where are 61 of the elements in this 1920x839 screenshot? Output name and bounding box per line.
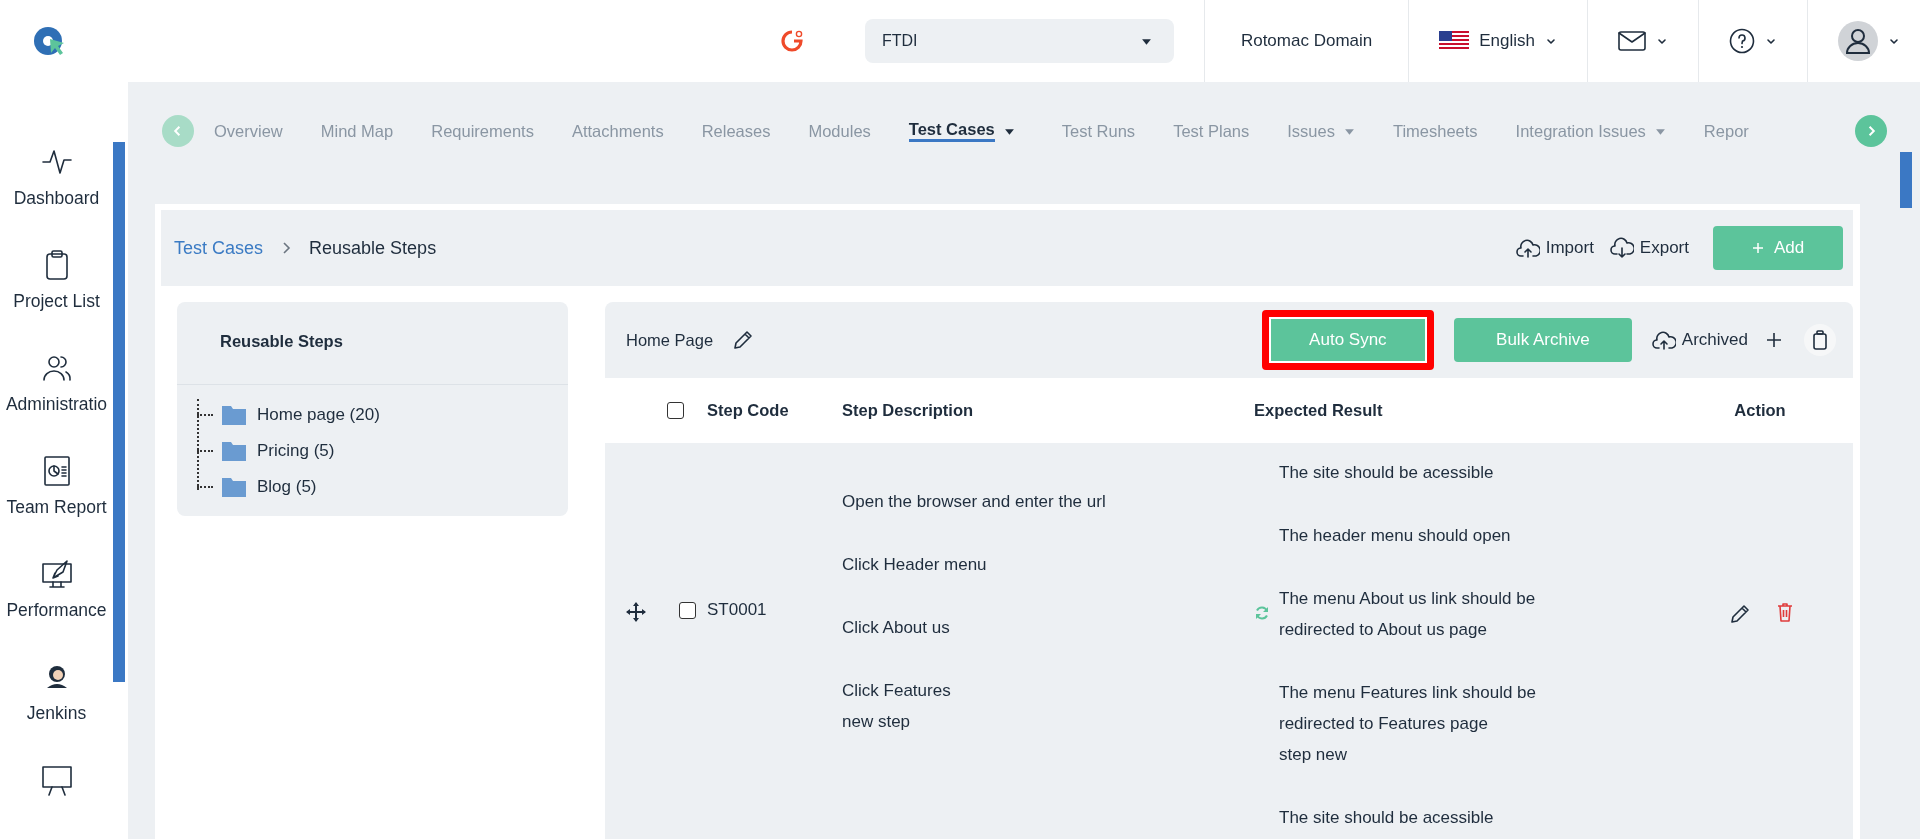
caret-icon[interactable] (1765, 36, 1777, 46)
breadcrumb-link[interactable]: Test Cases (174, 237, 264, 259)
caret-icon[interactable] (1888, 36, 1900, 46)
column-header: Expected Result (1253, 401, 1384, 420)
sidebar-label[interactable]: Administratio (5, 394, 108, 415)
domain-label[interactable]: Rotomac Domain (1234, 31, 1379, 51)
rocket-on-monitor-icon[interactable] (40, 558, 73, 590)
checkbox[interactable] (667, 402, 684, 419)
folder-icon (222, 477, 246, 497)
help-icon[interactable] (1729, 28, 1755, 54)
clipboard-icon[interactable] (1812, 330, 1828, 350)
g2-icon[interactable] (779, 29, 804, 53)
caret-icon (1545, 36, 1557, 46)
folder-icon (222, 441, 246, 461)
presentation-board-icon[interactable] (40, 764, 73, 796)
step-text: Click Features new step (842, 680, 952, 733)
mail-icon[interactable] (1618, 31, 1646, 51)
tree-item[interactable]: Pricing (5) (222, 441, 335, 461)
plus-icon (1751, 242, 1764, 254)
sidebar-label[interactable]: Team Report (6, 497, 107, 518)
sidebar-label[interactable]: Jenkins (26, 703, 87, 724)
checkbox[interactable] (678, 602, 696, 619)
step-text: Click About us (842, 617, 951, 639)
step-text: Click Header menu (842, 554, 988, 576)
caret-icon[interactable] (1656, 36, 1668, 46)
trash-button[interactable] (1804, 324, 1836, 356)
folder-title: Home Page (626, 330, 714, 350)
expected-text: The menu Features link should be redirected to Features page step new (1279, 682, 1537, 766)
step-text: Open the browser and enter the url (842, 491, 1107, 513)
chevron-right-icon (281, 241, 292, 255)
scrollbar[interactable] (113, 142, 125, 682)
panel-title: Reusable Steps (177, 302, 568, 385)
import-button[interactable]: Import (1515, 237, 1594, 259)
cloud-upload-icon (1515, 237, 1540, 259)
tree-item[interactable]: Home page (20) (222, 405, 380, 425)
language-select[interactable]: English (1439, 31, 1557, 51)
tab[interactable]: Test Cases (908, 106, 1024, 156)
folder-icon (222, 405, 246, 425)
cloud-download-icon (1609, 237, 1634, 259)
breadcrumb-current: Reusable Steps (309, 237, 437, 259)
plus-icon[interactable] (1766, 332, 1782, 348)
column-header: Step Description (842, 401, 975, 420)
expected-text: The site should be acessible (1279, 462, 1495, 484)
tree-item[interactable]: Blog (5) (222, 477, 317, 497)
export-button[interactable]: Export (1609, 237, 1689, 259)
column-header: Action (1733, 401, 1787, 420)
avatar-icon[interactable] (1838, 21, 1878, 61)
sidebar-label[interactable]: Project List (13, 291, 100, 312)
project-select[interactable]: FTDI (864, 19, 1174, 63)
sidebar-label[interactable]: Performance (6, 600, 107, 621)
cloud-upload-icon (1651, 329, 1676, 351)
archived-button[interactable]: Archived (1651, 329, 1748, 351)
expected-text: The menu About us link should be redirected to About us page (1279, 588, 1537, 641)
table-cell-text: ST0001 (707, 599, 768, 620)
move-icon[interactable] (626, 602, 646, 622)
sidebar-label[interactable]: Dashboard (13, 188, 100, 209)
flag-icon (1439, 31, 1470, 51)
expected-text: The site should be acessible (1279, 807, 1495, 829)
column-header: Step Code (707, 401, 790, 420)
delete-icon[interactable] (1776, 602, 1793, 622)
expected-text: The header menu should open (1279, 525, 1512, 547)
